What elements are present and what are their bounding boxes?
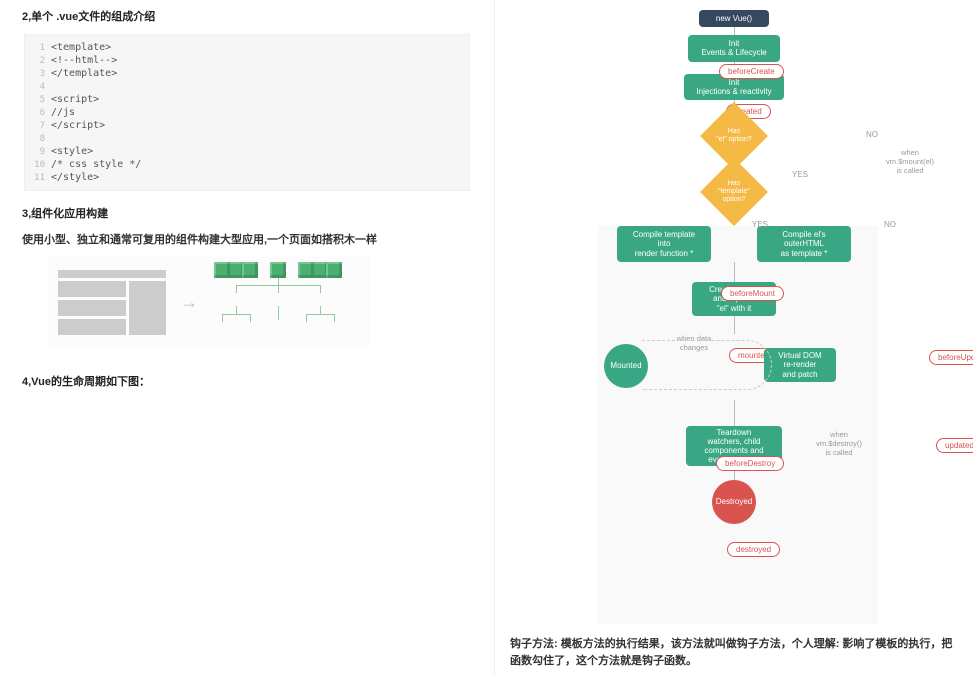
lifecycle-init1-box: InitEvents & Lifecycle	[688, 35, 780, 61]
compile-outerhtml-box: Compile el'souterHTMLas template *	[757, 226, 851, 262]
line-number: 5	[25, 95, 51, 105]
code-text: </template>	[51, 68, 117, 79]
wireframe-mockup	[58, 270, 166, 335]
code-line: 9<style>	[25, 145, 469, 158]
tree-cube-icon	[326, 262, 342, 278]
vue-file-code-block: 1<template>2<!--html-->3</template>45<sc…	[24, 34, 470, 191]
code-line: 3</template>	[25, 67, 469, 80]
code-text: </style>	[51, 172, 99, 183]
lifecycle-start-box: new Vue()	[699, 10, 769, 27]
wireframe-block	[58, 300, 126, 316]
code-text: <style>	[51, 146, 93, 157]
hook-beforeUpdate: beforeUpdate	[929, 350, 973, 365]
code-text: //js	[51, 107, 75, 118]
label-yes: YES	[752, 220, 768, 229]
code-line: 8	[25, 132, 469, 145]
hook-beforeMount: beforeMount	[721, 286, 784, 301]
code-line: 2<!--html-->	[25, 54, 469, 67]
code-line: 1<template>	[25, 41, 469, 54]
label-yes: YES	[792, 170, 808, 179]
tree-cube-icon	[270, 262, 286, 278]
line-number: 3	[25, 69, 51, 79]
note-mount-called: whenvm.$mount(el)is called	[872, 148, 948, 175]
line-number: 1	[25, 43, 51, 53]
compile-template-box: Compile templateintorender function *	[617, 226, 711, 262]
hook-beforeCreate: beforeCreate	[719, 64, 784, 79]
component-tree	[212, 262, 352, 342]
line-number: 6	[25, 108, 51, 118]
code-line: 10/* css style */	[25, 158, 469, 171]
code-line: 5<script>	[25, 93, 469, 106]
section2-title: 2,单个 .vue文件的组成介绍	[22, 8, 472, 24]
component-tree-figure: →	[48, 257, 370, 347]
line-number: 8	[25, 134, 51, 144]
line-number: 10	[25, 160, 51, 170]
label-no: NO	[866, 130, 878, 139]
line-number: 11	[25, 173, 51, 183]
virtual-dom-box: Virtual DOMre-renderand patch	[764, 348, 836, 382]
code-line: 7</script>	[25, 119, 469, 132]
note-destroy-called: whenvm.$destroy()is called	[804, 430, 874, 457]
wireframe-block	[58, 319, 126, 335]
code-text: /* css style */	[51, 159, 141, 170]
code-text: </script>	[51, 120, 105, 131]
line-number: 9	[25, 147, 51, 157]
left-column: 2,单个 .vue文件的组成介绍 1<template>2<!--html-->…	[0, 0, 495, 674]
wireframe-block	[58, 281, 126, 297]
right-column: new Vue() InitEvents & Lifecycle beforeC…	[495, 0, 973, 674]
hook-updated: updated	[936, 438, 973, 453]
tree-cube-icon	[214, 262, 230, 278]
vue-lifecycle-diagram: new Vue() InitEvents & Lifecycle beforeC…	[510, 6, 958, 626]
arrow-right-icon: →	[180, 292, 198, 313]
line-number: 2	[25, 56, 51, 66]
destroyed-circle: Destroyed	[712, 480, 756, 524]
code-text: <script>	[51, 94, 99, 105]
diamond-has-template: Has"template" option?	[700, 158, 768, 226]
wireframe-sidebar	[129, 281, 166, 335]
hook-destroyed: destroyed	[727, 542, 780, 557]
line-number: 7	[25, 121, 51, 131]
tree-cube-icon	[298, 262, 314, 278]
code-text: <!--html-->	[51, 55, 117, 66]
hook-explanation-text: 钩子方法: 模板方法的执行结果，该方法就叫做钩子方法，个人理解: 影响了模板的执…	[510, 636, 958, 669]
code-text: <template>	[51, 42, 111, 53]
line-number: 4	[25, 82, 51, 92]
section3-title: 3,组件化应用构建	[22, 205, 472, 221]
section4-title: 4,Vue的生命周期如下图：	[22, 373, 472, 389]
code-line: 11</style>	[25, 171, 469, 184]
wireframe-header-bar	[58, 270, 166, 278]
hook-beforeDestroy: beforeDestroy	[716, 456, 784, 471]
code-line: 6//js	[25, 106, 469, 119]
code-line: 4	[25, 80, 469, 93]
section3-subtext: 使用小型、独立和通常可复用的组件构建大型应用,一个页面如搭积木一样	[22, 231, 472, 247]
tree-cube-icon	[242, 262, 258, 278]
label-no: NO	[884, 220, 896, 229]
